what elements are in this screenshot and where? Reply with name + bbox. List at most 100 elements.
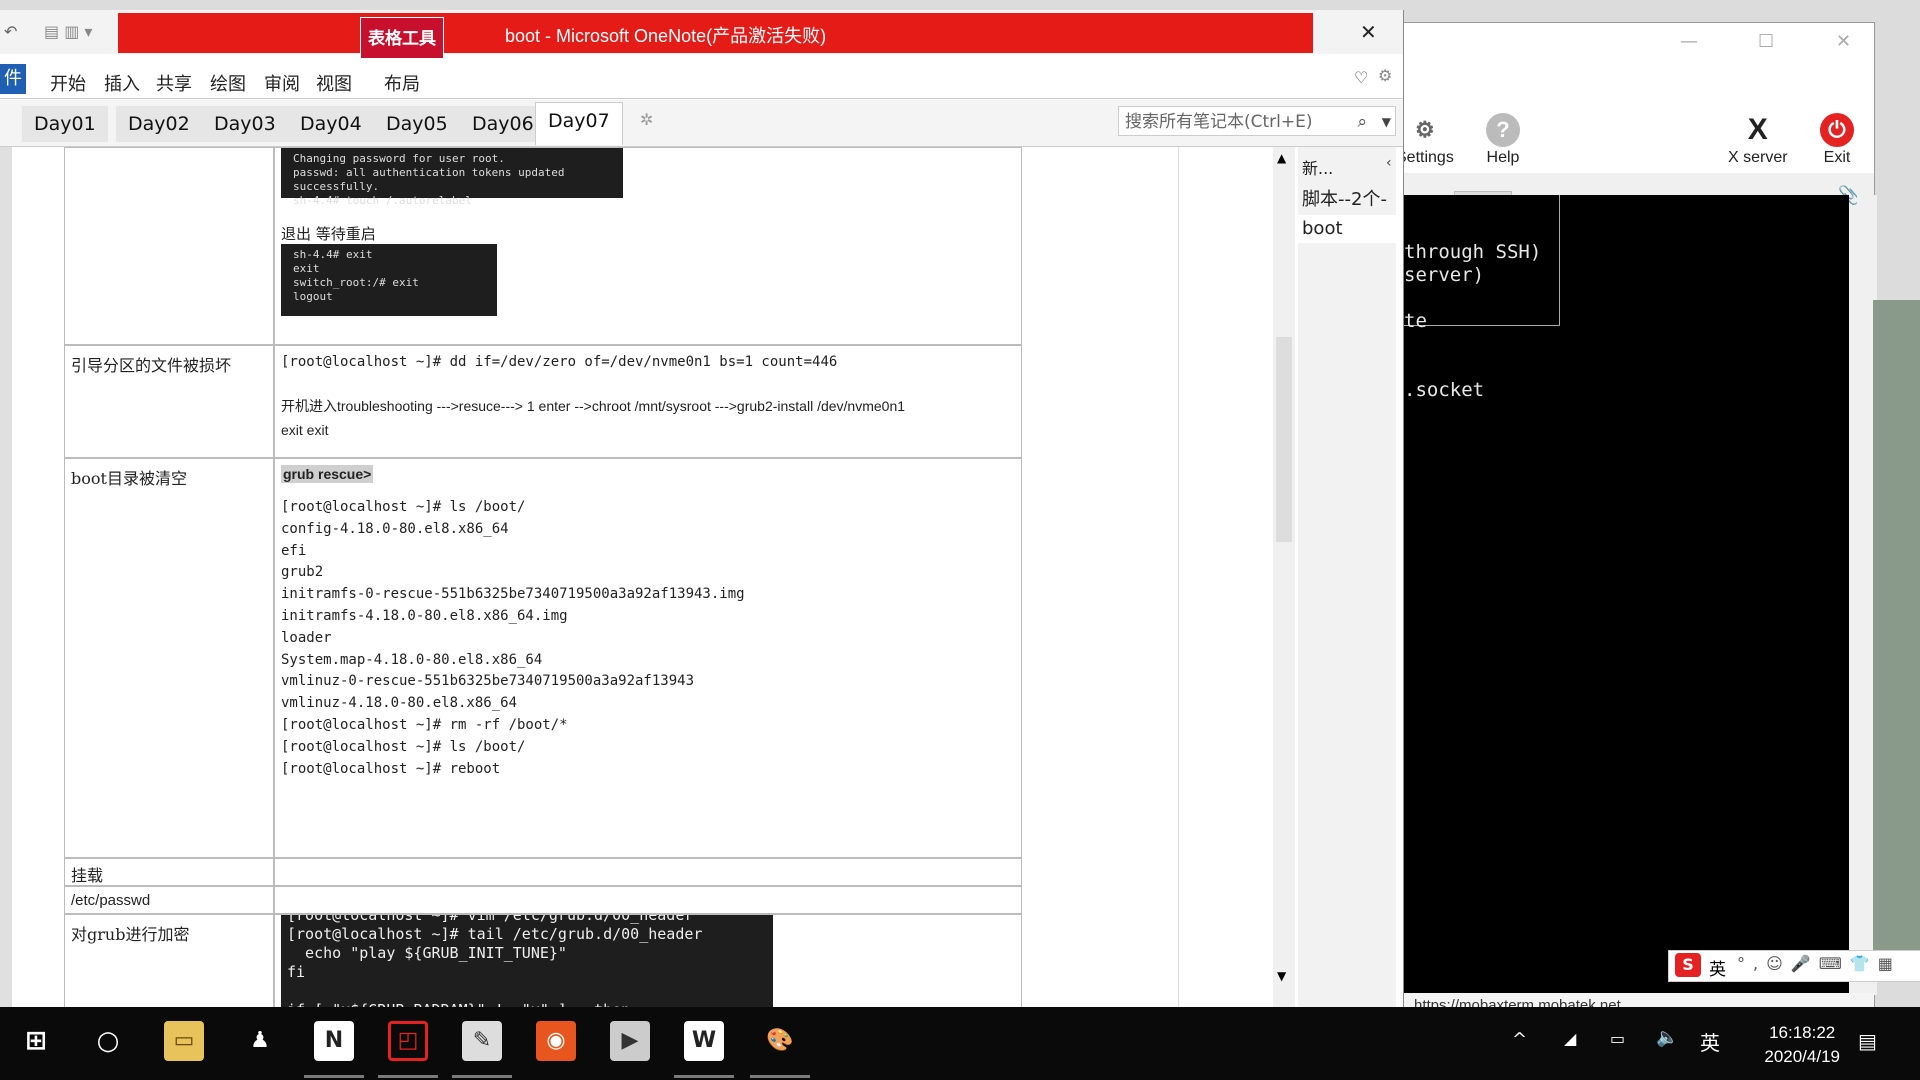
network-icon[interactable]: ◢ [1564, 1029, 1576, 1048]
battery-icon[interactable]: ▭ [1610, 1029, 1625, 1048]
help-label: Help [1486, 149, 1520, 166]
maximize-icon[interactable]: ☐ [1758, 31, 1774, 52]
code-line: vmlinuz-4.18.0-80.el8.x86_64 [281, 695, 518, 712]
table-cell[interactable] [274, 858, 1022, 886]
xserver-button[interactable]: X X server [1728, 113, 1788, 167]
clock-time: 16:18:22 [1769, 1023, 1836, 1042]
code-line: loader [281, 629, 332, 646]
firefox-icon[interactable]: ◉ [536, 1021, 576, 1061]
tab-day06[interactable]: Day06 [460, 106, 546, 142]
remote-icon[interactable]: ◰ [388, 1021, 428, 1061]
page-item[interactable]: 脚本--2个- [1302, 185, 1387, 211]
onenote-icon[interactable]: N [314, 1021, 354, 1061]
add-section-icon[interactable]: ✲ [640, 110, 653, 129]
scroll-down-icon[interactable]: ▼ [1277, 969, 1286, 983]
help-button[interactable]: ? Help [1486, 113, 1520, 167]
terminal-screenshot: [root@localhost ~]# vim /etc/grub.d/00_h… [281, 914, 773, 1012]
ime-tools-icon[interactable]: °,☺🎤⌨👕▦ [1737, 954, 1901, 973]
tab-layout[interactable]: 布局 [384, 70, 420, 96]
table-cell[interactable]: grub rescue> [root@localhost ~]# ls /boo… [274, 458, 1022, 858]
tab-share[interactable]: 共享 [156, 70, 192, 96]
chevron-down-icon[interactable]: ▼ [1382, 107, 1391, 137]
notification-icon[interactable]: ▤ [1858, 1029, 1877, 1053]
mobaxterm-terminal[interactable]: through SSH) server) te .socket [1404, 195, 1877, 995]
xserver-label: X server [1728, 149, 1788, 166]
windows-start-icon[interactable]: ⊞ [16, 1021, 56, 1061]
video-icon[interactable]: ▶ [610, 1021, 650, 1061]
tab-review[interactable]: 审阅 [264, 70, 300, 96]
paint-icon[interactable]: 🎨 [760, 1021, 800, 1061]
code-line: config-4.18.0-80.el8.x86_64 [281, 520, 509, 537]
table-cell[interactable]: 对grub进行加密 [64, 914, 274, 1013]
table-cell[interactable]: [root@localhost ~]# dd if=/dev/zero of=/… [274, 345, 1022, 458]
tab-view[interactable]: 视图 [316, 70, 352, 96]
exit-label: Exit [1823, 149, 1851, 166]
table-cell[interactable]: boot目录被清空 [64, 458, 274, 858]
minimize-icon[interactable]: — [1680, 31, 1698, 52]
qq-icon[interactable]: ♟ [240, 1021, 280, 1061]
undo-icon[interactable]: ↶ [4, 22, 17, 41]
tab-day01[interactable]: Day01 [22, 106, 108, 142]
close-icon[interactable]: ✕ [1836, 31, 1851, 52]
tab-day04[interactable]: Day04 [288, 106, 374, 142]
page-list: 新... ‹ 脚本--2个- boot [1298, 147, 1398, 1013]
terminal-line: logout [293, 290, 333, 303]
tab-file[interactable]: 件 [0, 64, 26, 94]
tab-day07[interactable]: Day07 [535, 102, 623, 145]
chevron-down-icon[interactable]: ♡ [1354, 68, 1368, 87]
table-cell[interactable] [274, 886, 1022, 914]
code-line: [root@localhost ~]# ls /boot/ [281, 738, 526, 755]
mobaxterm-titlebar: — ☐ ✕ [1404, 23, 1874, 63]
tab-draw[interactable]: 绘图 [210, 70, 246, 96]
terminal-screenshot: sh-4.4# exit exit switch_root:/# exit lo… [281, 244, 497, 316]
search-icon[interactable]: ⌕ [1357, 107, 1367, 137]
code-line: initramfs-0-rescue-551b6325be7340719500a… [281, 586, 745, 603]
note-page[interactable]: Changing password for user root. passwd:… [12, 147, 1270, 1013]
ime-toolbar[interactable]: S 英 °,☺🎤⌨👕▦ [1668, 950, 1920, 982]
settings-button[interactable]: ⚙ Settings [1396, 113, 1454, 167]
mobaxterm-toolbar: ⚙ Settings ? Help X X server ⏻ Exit 📎 + [1396, 63, 1874, 211]
sogou-icon[interactable]: S [1675, 953, 1701, 977]
chevron-left-icon[interactable]: ‹ [1386, 155, 1392, 171]
screenshot-icon[interactable]: ✎ [462, 1021, 502, 1061]
tab-day05[interactable]: Day05 [374, 106, 460, 142]
terminal-line: [root@localhost ~]# tail /etc/grub.d/00_… [287, 925, 703, 943]
scroll-thumb[interactable] [1276, 337, 1292, 542]
tab-day03[interactable]: Day03 [202, 106, 288, 142]
scroll-up-icon[interactable]: ▲ [1277, 151, 1286, 165]
tab-home[interactable]: 开始 [50, 70, 86, 96]
table-cell[interactable]: [root@localhost ~]# vim /etc/grub.d/00_h… [274, 914, 1022, 1013]
search-input[interactable]: 搜索所有笔记本(Ctrl+E) ⌕ ▼ [1118, 106, 1396, 136]
power-icon: ⏻ [1820, 113, 1854, 147]
settings-icon[interactable]: ⚙ [1378, 66, 1392, 85]
terminal-line: te [1404, 310, 1427, 332]
terminal-line: [root@localhost ~]# vim /etc/grub.d/00_h… [287, 914, 694, 924]
table-cell[interactable]: /etc/passwd [64, 886, 274, 914]
ime-mode[interactable]: 英 [1709, 955, 1726, 980]
settings-label: Settings [1396, 149, 1454, 166]
volume-icon[interactable]: 🔈 [1656, 1027, 1678, 1048]
close-icon[interactable]: ✕ [1360, 20, 1377, 44]
taskbar: ⊞ ○ ▭ ♟ N ◰ ✎ ◉ ▶ W 🎨 ^ ◢ ▭ 🔈 英 16:18:22… [0, 1007, 1920, 1080]
ime-indicator[interactable]: 英 [1700, 1027, 1720, 1056]
code-line: [root@localhost ~]# ls /boot/ [281, 499, 526, 515]
exit-button[interactable]: ⏻ Exit [1820, 113, 1854, 167]
word-icon[interactable]: W [684, 1021, 724, 1061]
tab-insert[interactable]: 插入 [104, 70, 140, 96]
file-explorer-icon[interactable]: ▭ [164, 1021, 204, 1061]
boot-listing: [root@localhost ~]# ls /boot/ config-4.1… [281, 497, 1015, 780]
table-cell[interactable]: 挂载 [64, 858, 274, 886]
add-page-button[interactable]: 新... [1302, 155, 1333, 179]
search-icon[interactable]: ○ [88, 1021, 128, 1061]
page-scrollbar[interactable]: ▲ ▼ [1273, 147, 1295, 1013]
quick-access-icon[interactable]: ▤ ▥ ▾ [44, 22, 92, 41]
table-cell[interactable]: Changing password for user root. passwd:… [274, 147, 1022, 345]
tab-day02[interactable]: Day02 [116, 106, 202, 142]
clock[interactable]: 16:18:22 2020/4/19 [1764, 1021, 1840, 1069]
table-tools-label: 表格工具 [360, 17, 444, 59]
chevron-up-icon[interactable]: ^ [1512, 1029, 1527, 1050]
page-item-active[interactable]: boot [1298, 215, 1398, 243]
table-cell[interactable] [64, 147, 274, 345]
page-divider [1178, 147, 1179, 1013]
table-cell[interactable]: 引导分区的文件被损坏 [64, 345, 274, 458]
